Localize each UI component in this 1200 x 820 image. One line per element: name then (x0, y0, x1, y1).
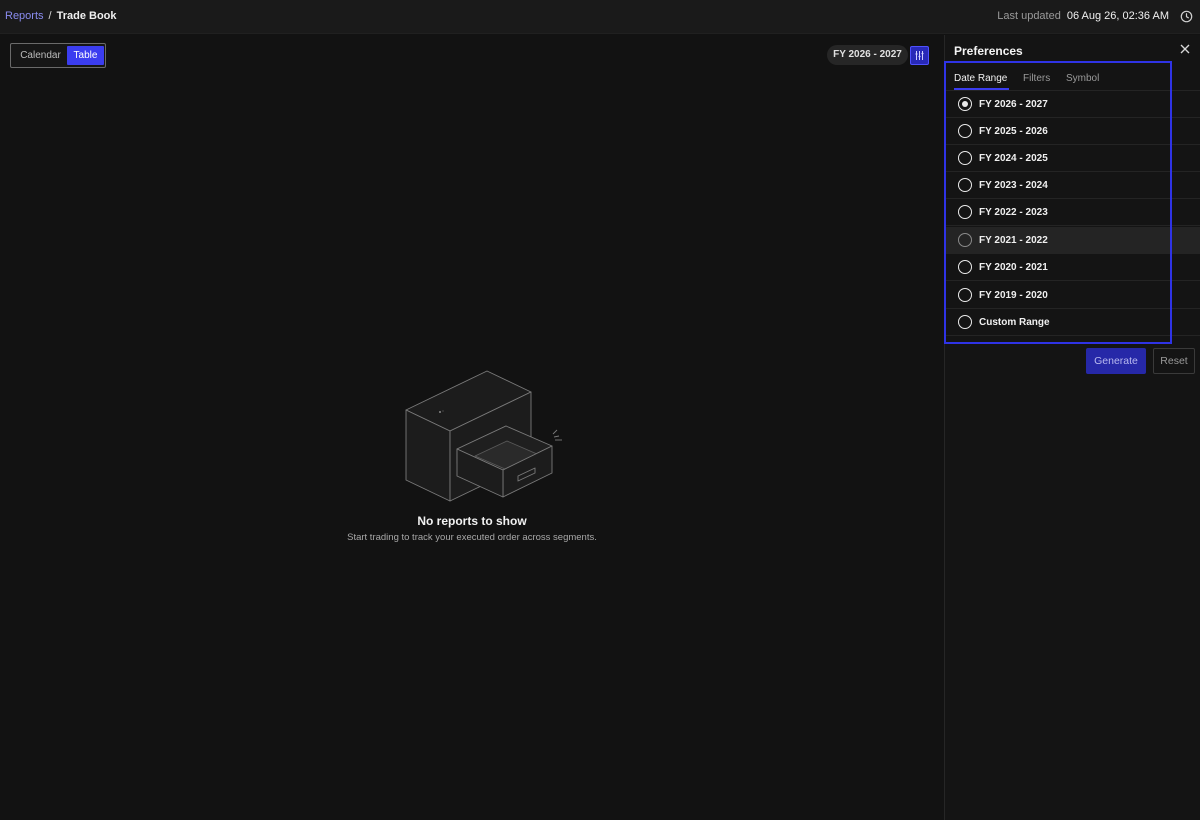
range-option-label: FY 2019 - 2020 (979, 290, 1048, 301)
range-option-label: FY 2023 - 2024 (979, 180, 1048, 191)
radio-unchecked[interactable] (958, 151, 972, 165)
range-option-fy-2025-2026[interactable]: FY 2025 - 2026 (945, 118, 1200, 145)
preferences-panel: Preferences Date Range Filters Symbol FY… (945, 35, 1200, 820)
tab-symbol[interactable]: Symbol (1066, 73, 1099, 84)
filter-button[interactable] (910, 46, 929, 65)
range-option-label: Custom Range (979, 317, 1050, 328)
radio-unchecked[interactable] (958, 260, 972, 274)
empty-state-subtitle: Start trading to track your executed ord… (347, 532, 597, 543)
range-option-fy-2022-2023[interactable]: FY 2022 - 2023 (945, 199, 1200, 226)
view-toggle: Calendar Table (10, 43, 106, 68)
table-view-button[interactable]: Table (67, 46, 104, 65)
selected-range-pill[interactable]: FY 2026 - 2027 (827, 45, 908, 65)
range-option-fy-2020-2021[interactable]: FY 2020 - 2021 (945, 254, 1200, 281)
empty-drawer-illustration (405, 370, 562, 502)
last-updated: Last updated 06 Aug 26, 02:36 AM (997, 10, 1169, 22)
range-option-custom[interactable]: Custom Range (945, 309, 1200, 336)
breadcrumb-current: Trade Book (56, 10, 117, 22)
range-option-label: FY 2020 - 2021 (979, 262, 1048, 273)
range-option-label: FY 2025 - 2026 (979, 126, 1048, 137)
breadcrumb-separator: / (48, 10, 52, 22)
top-bar: Reports / Trade Book Last updated 06 Aug 26… (0, 0, 1200, 34)
main-content: Calendar Table FY 2026 - 2027 No reports… (0, 35, 944, 820)
radio-unchecked[interactable] (958, 178, 972, 192)
tab-filters[interactable]: Filters (1023, 73, 1050, 84)
range-option-label: FY 2026 - 2027 (979, 99, 1048, 110)
radio-unchecked[interactable] (958, 205, 972, 219)
range-option-fy-2021-2022[interactable]: FY 2021 - 2022 (945, 227, 1200, 254)
last-updated-value: 06 Aug 26, 02:36 AM (1066, 10, 1169, 22)
sliders-icon (915, 51, 924, 60)
range-option-label: FY 2022 - 2023 (979, 207, 1048, 218)
generate-button[interactable]: Generate (1086, 348, 1146, 374)
range-option-fy-2026-2027[interactable]: FY 2026 - 2027 (945, 91, 1200, 118)
clock-icon[interactable] (1180, 10, 1193, 23)
close-icon[interactable] (1180, 44, 1190, 54)
radio-unchecked[interactable] (958, 124, 972, 138)
radio-unchecked[interactable] (958, 233, 972, 247)
radio-checked[interactable] (958, 97, 972, 111)
range-option-fy-2023-2024[interactable]: FY 2023 - 2024 (945, 172, 1200, 199)
range-option-label: FY 2024 - 2025 (979, 153, 1048, 164)
reset-button[interactable]: Reset (1153, 348, 1195, 374)
breadcrumb: Reports / Trade Book (5, 10, 117, 22)
range-option-fy-2019-2020[interactable]: FY 2019 - 2020 (945, 282, 1200, 309)
radio-unchecked[interactable] (958, 315, 972, 329)
breadcrumb-reports-link[interactable]: Reports (5, 10, 44, 22)
empty-state-title: No reports to show (417, 514, 527, 528)
preferences-title: Preferences (954, 44, 1023, 58)
range-option-fy-2024-2025[interactable]: FY 2024 - 2025 (945, 145, 1200, 172)
radio-dot (961, 100, 968, 107)
range-option-label: FY 2021 - 2022 (979, 235, 1048, 246)
tab-date-range[interactable]: Date Range (954, 73, 1007, 84)
radio-unchecked[interactable] (958, 288, 972, 302)
calendar-view-button[interactable]: Calendar (14, 46, 67, 65)
last-updated-label: Last updated (997, 10, 1061, 22)
